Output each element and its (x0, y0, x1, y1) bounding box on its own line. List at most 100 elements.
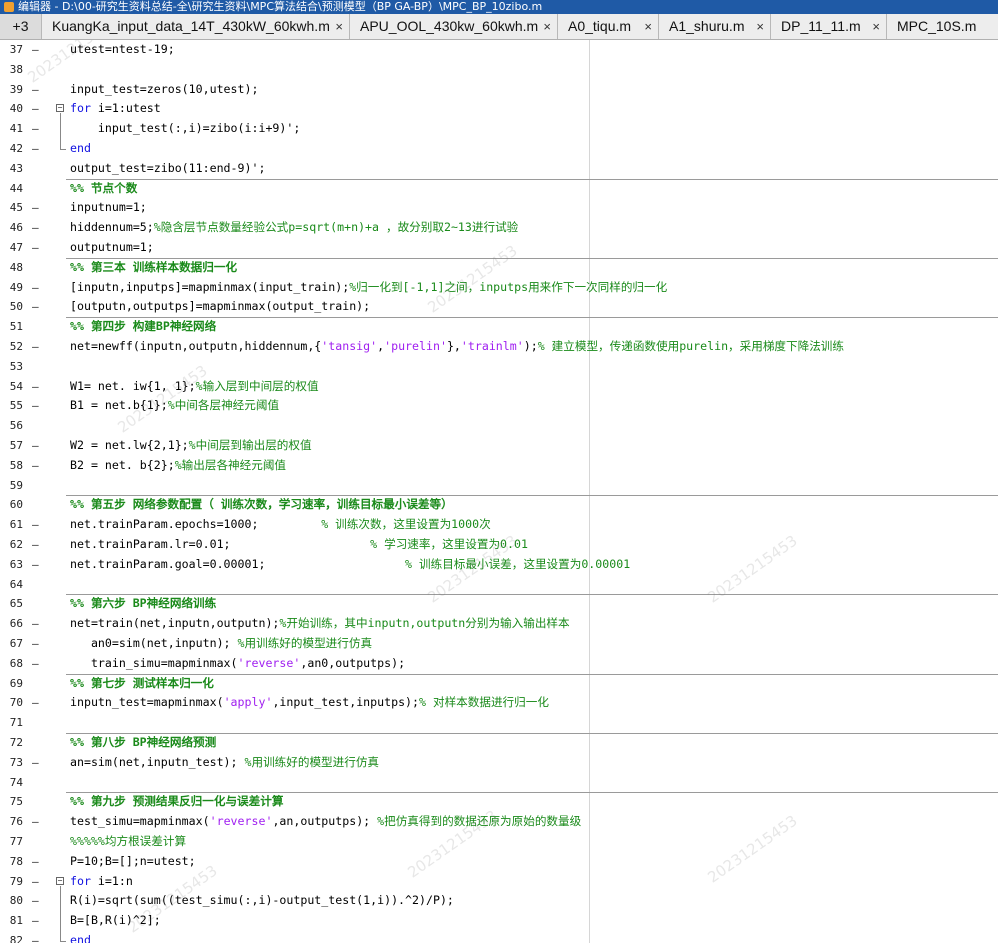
tab-a0-tiqu[interactable]: A0_tiqu.m × (558, 14, 659, 39)
code-line[interactable]: 40– − for i=1:utest (0, 99, 998, 119)
code-line[interactable]: 58– B2 = net. b{2};%输出层各神经元阈值 (0, 456, 998, 476)
close-icon[interactable]: × (335, 14, 343, 39)
breakpoint-marker[interactable]: – (32, 614, 39, 634)
breakpoint-marker[interactable]: – (32, 911, 39, 931)
code-editor[interactable]: 37– utest=ntest-19; 38 39– input_test=zeros(… (0, 40, 998, 943)
breakpoint-marker[interactable]: – (32, 931, 39, 943)
tab-mpc-10s[interactable]: MPC_10S.m (887, 14, 998, 39)
code-line[interactable]: 66– net=train(net,inputn,outputn);%开始训练，其… (0, 614, 998, 634)
breakpoint-marker[interactable]: – (32, 456, 39, 476)
code-line[interactable]: 42– end (0, 139, 998, 159)
code-line[interactable]: 72 %% 第八步 BP神经网络预测 (0, 733, 998, 753)
code-line[interactable]: 57– W2 = net.lw{2,1};%中间层到输出层的权值 (0, 436, 998, 456)
code-line[interactable]: 52– net=newff(inputn,outputn,hiddennum,{'… (0, 337, 998, 357)
close-icon[interactable]: × (543, 14, 551, 39)
code-line[interactable]: 60 %% 第五步 网络参数配置（ 训练次数，学习速率，训练目标最小误差等） (0, 495, 998, 515)
code-line[interactable]: 73– an=sim(net,inputn_test); %用训练好的模型进行仿真 (0, 753, 998, 773)
code-token: input_test=zeros(10,utest); (70, 81, 259, 96)
breakpoint-marker[interactable]: – (32, 198, 39, 218)
code-line[interactable]: 50– [outputn,outputps]=mapminmax(output_t… (0, 297, 998, 317)
close-icon[interactable]: × (872, 14, 880, 39)
code-line[interactable]: 39– input_test=zeros(10,utest); (0, 80, 998, 100)
code-text: B2 = net. b{2};%输出层各神经元阈值 (70, 456, 286, 476)
close-icon[interactable]: × (756, 14, 764, 39)
cell-divider (66, 733, 998, 734)
line-number: 61 (9, 518, 23, 532)
code-line[interactable]: 70– inputn_test=mapminmax('apply',input_t… (0, 693, 998, 713)
fold-toggle-icon[interactable]: − (56, 876, 64, 885)
code-line[interactable]: 37– utest=ntest-19; (0, 40, 998, 60)
code-line[interactable]: 44 %% 节点个数 (0, 179, 998, 199)
breakpoint-marker[interactable]: – (32, 555, 39, 575)
code-text: for i=1:n (70, 872, 133, 892)
code-line[interactable]: 43 output_test=zibo(11:end-9)'; (0, 159, 998, 179)
code-line[interactable]: 49– [inputn,inputps]=mapminmax(input_trai… (0, 278, 998, 298)
breakpoint-marker[interactable]: – (32, 278, 39, 298)
close-icon[interactable]: × (644, 14, 652, 39)
code-line[interactable]: 69 %% 第七步 测试样本归一化 (0, 674, 998, 694)
breakpoint-marker[interactable]: – (32, 139, 39, 159)
breakpoint-marker[interactable]: – (32, 99, 39, 119)
cell-title: %% 第八步 BP神经网络预测 (70, 733, 216, 753)
code-line[interactable]: 77 %%%%%均方根误差计算 (0, 832, 998, 852)
breakpoint-marker[interactable]: – (32, 634, 39, 654)
line-number: 66 (9, 617, 23, 631)
code-line[interactable]: 38 (0, 60, 998, 80)
line-number: 64 (9, 577, 23, 591)
code-line[interactable]: 82– end (0, 931, 998, 943)
breakpoint-marker[interactable]: – (32, 218, 39, 238)
breakpoint-marker[interactable]: – (32, 337, 39, 357)
code-text: P=10;B=[];n=utest; (70, 852, 196, 872)
line-number: 62 (9, 538, 23, 551)
breakpoint-marker[interactable]: – (32, 891, 39, 911)
code-line[interactable]: 75 %% 第九步 预测结果反归一化与误差计算 (0, 792, 998, 812)
tab-overflow-count[interactable]: +3 (0, 14, 42, 39)
tab-label: DP_11_11.m (781, 18, 861, 34)
tab-dp-11-11[interactable]: DP_11_11.m × (771, 14, 887, 39)
breakpoint-marker[interactable]: – (32, 396, 39, 416)
breakpoint-marker[interactable]: – (32, 852, 39, 872)
code-line[interactable]: 45– inputnum=1; (0, 198, 998, 218)
code-line[interactable]: 59 (0, 476, 998, 496)
code-line[interactable]: 51 %% 第四步 构建BP神经网络 (0, 317, 998, 337)
breakpoint-marker[interactable]: – (32, 812, 39, 832)
fold-bracket-end (60, 941, 66, 942)
fold-toggle-icon[interactable]: − (56, 104, 64, 113)
tab-kuangka-input[interactable]: KuangKa_input_data_14T_430kW_60kwh.m × (42, 14, 350, 39)
breakpoint-marker[interactable]: – (32, 872, 39, 892)
code-token: an=sim(net,inputn_test); (70, 754, 245, 769)
breakpoint-marker[interactable]: – (32, 515, 39, 535)
breakpoint-marker[interactable]: – (32, 753, 39, 773)
code-line[interactable]: 68– train_simu=mapminmax('reverse',an0,o… (0, 654, 998, 674)
fold-bracket-end (60, 149, 66, 150)
breakpoint-marker[interactable]: – (32, 40, 39, 60)
breakpoint-marker[interactable]: – (32, 377, 39, 397)
code-token: output_test=zibo(11:end-9)'; (70, 160, 266, 175)
code-line[interactable]: 53 (0, 357, 998, 377)
breakpoint-marker[interactable]: – (32, 238, 39, 258)
breakpoint-marker[interactable]: – (32, 535, 39, 555)
code-line[interactable]: 78– P=10;B=[];n=utest; (0, 852, 998, 872)
code-line[interactable]: 67– an0=sim(net,inputn); %用训练好的模型进行仿真 (0, 634, 998, 654)
breakpoint-marker[interactable]: – (32, 297, 39, 317)
code-line[interactable]: 46– hiddennum=5;%隐含层节点数量经验公式p=sqrt(m+n)+a… (0, 218, 998, 238)
tab-apu-ool[interactable]: APU_OOL_430kw_60kwh.m × (350, 14, 558, 39)
breakpoint-marker[interactable]: – (32, 436, 39, 456)
code-text: [inputn,inputps]=mapminmax(input_train);… (70, 278, 667, 298)
breakpoint-marker[interactable]: – (32, 654, 39, 674)
code-line[interactable]: 74 (0, 773, 998, 793)
code-line[interactable]: 54– W1= net. iw{1, 1};%输入层到中间层的权值 (0, 377, 998, 397)
code-line[interactable]: 61– net.trainParam.epochs=1000; % 训练次数，这里… (0, 515, 998, 535)
code-line[interactable]: 41– input_test(:,i)=zibo(i:i+9)'; (0, 119, 998, 139)
comment-token: %% 第五步 网络参数配置（ 训练次数，学习速率，训练目标最小误差等） (70, 497, 453, 512)
code-line[interactable]: 71 (0, 713, 998, 733)
breakpoint-marker[interactable]: – (32, 119, 39, 139)
tab-a1-shuru[interactable]: A1_shuru.m × (659, 14, 771, 39)
code-line[interactable]: 56 (0, 416, 998, 436)
breakpoint-marker[interactable]: – (32, 693, 39, 713)
code-line[interactable]: 79– − for i=1:n (0, 872, 998, 892)
code-line[interactable]: 65 %% 第六步 BP神经网络训练 (0, 594, 998, 614)
code-line[interactable]: 64 (0, 575, 998, 595)
line-number: 46 (9, 221, 23, 235)
line-number: 43 (9, 161, 23, 175)
